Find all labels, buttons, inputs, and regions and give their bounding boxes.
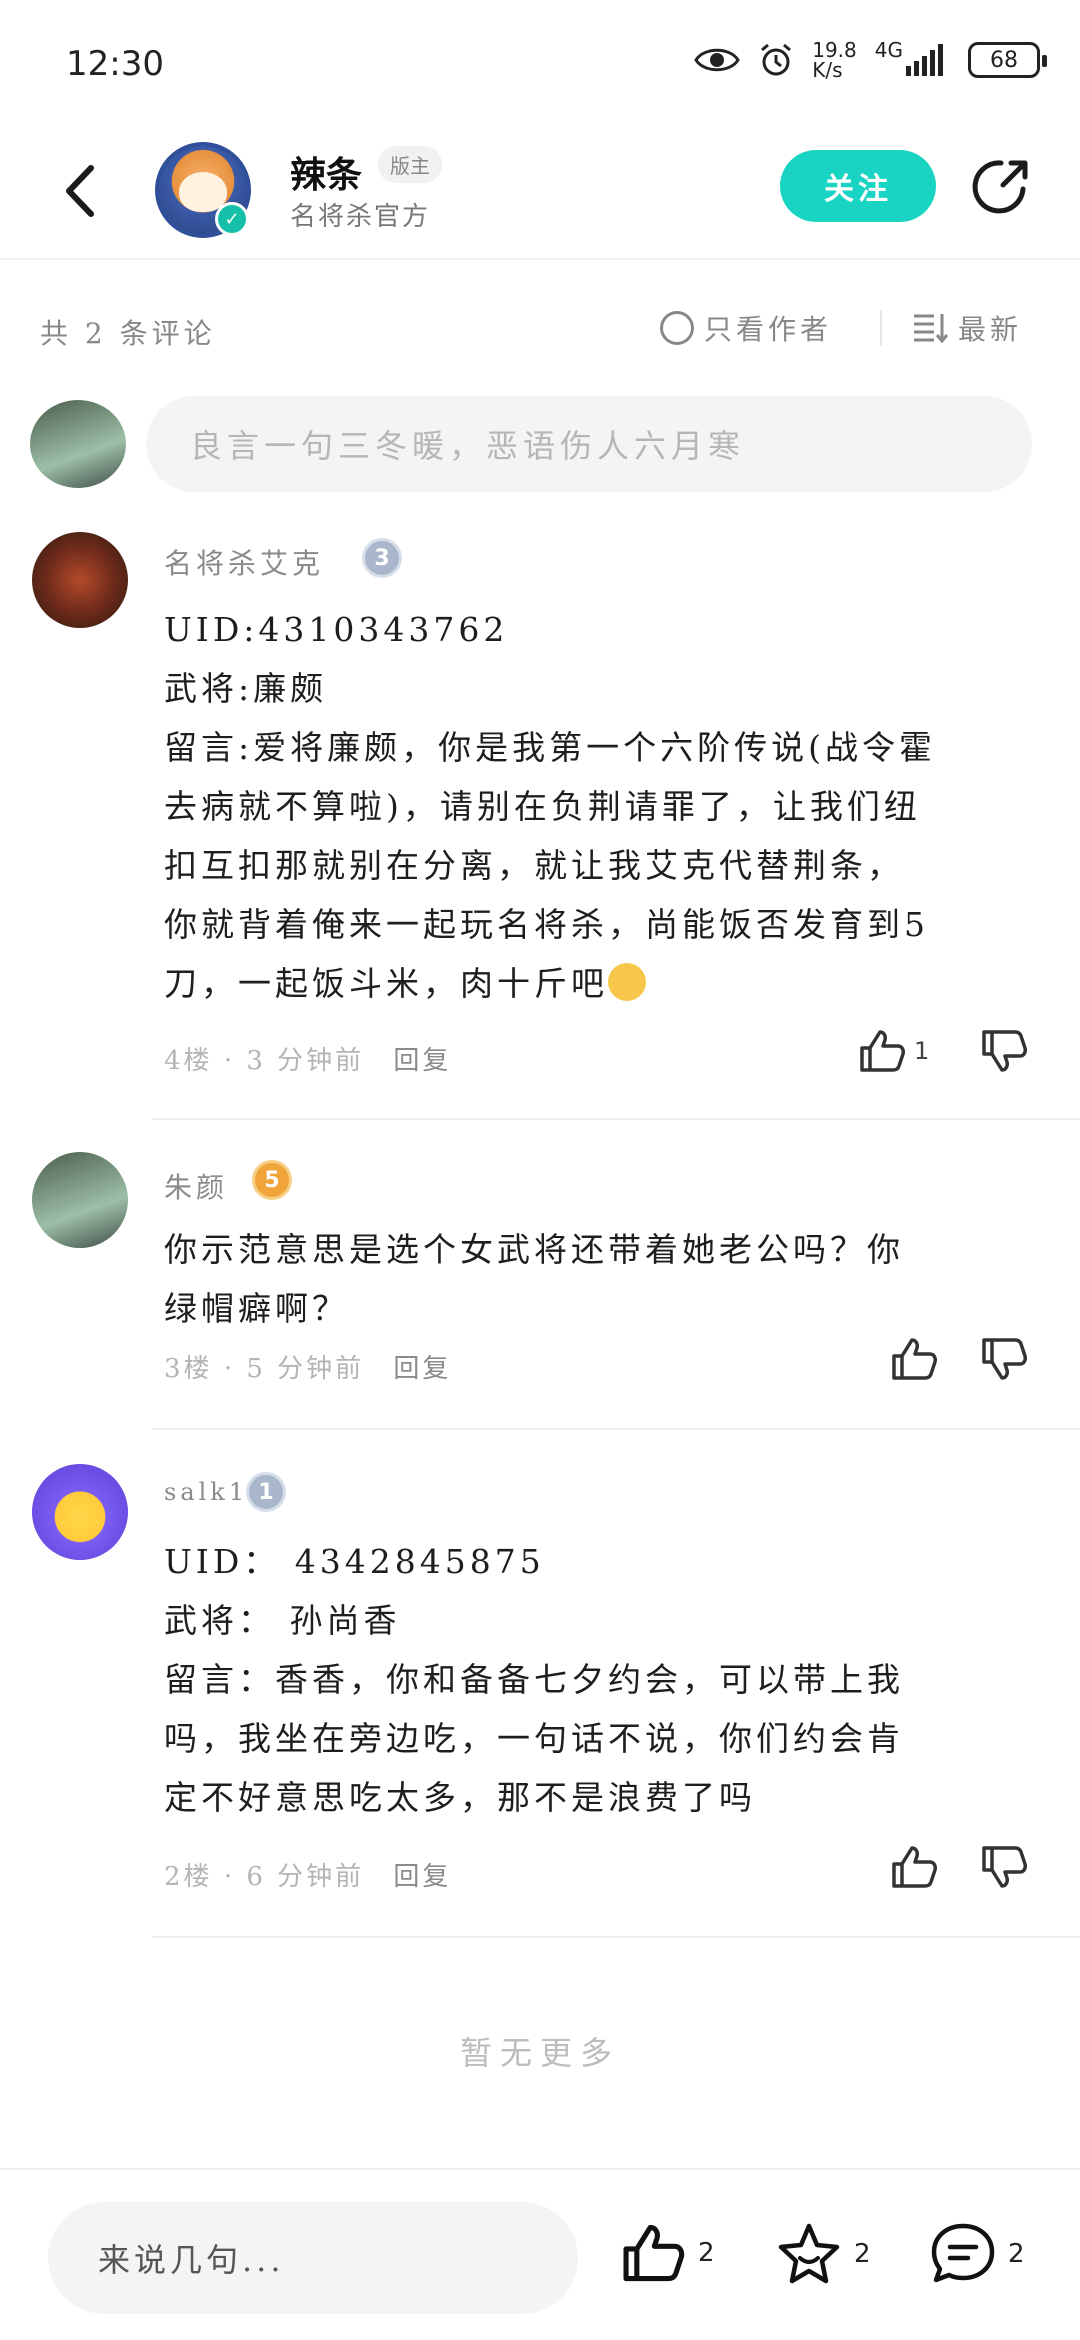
chevron-left-icon (66, 165, 94, 217)
eye-icon (694, 48, 740, 72)
floor-number: 2楼 (164, 1862, 213, 1892)
comment-input[interactable]: 良言一句三冬暖，恶语伤人六月寒 (146, 396, 1032, 492)
commenter-avatar[interactable] (32, 1464, 128, 1560)
commenter-name[interactable]: salk1 (164, 1478, 248, 1506)
reply-button[interactable]: 回复 (393, 1046, 451, 1076)
post-header: ✓ 辣条 版主 名将杀官方 关注 (0, 130, 1080, 258)
dislike-button[interactable] (980, 1844, 1028, 1890)
bottom-bar: 来说几句... 2 2 2 (0, 2170, 1080, 2340)
author-only-label: 只看作者 (704, 313, 833, 346)
radio-icon (660, 311, 694, 345)
toolbar-separator (880, 310, 882, 346)
comment-divider (152, 1936, 1080, 1938)
reply-button[interactable]: 回复 (393, 1354, 451, 1384)
alarm-icon (761, 43, 792, 76)
status-icons: 19.8 K/s 4G 68 (694, 32, 1047, 88)
comment-meta: 4楼 · 3 分钟前 回复 (164, 1040, 451, 1077)
my-avatar (30, 400, 126, 488)
dislike-button[interactable] (980, 1336, 1028, 1382)
commenter-avatar[interactable] (32, 532, 128, 628)
comment-divider (152, 1118, 1080, 1120)
floor-number: 4楼 (164, 1046, 213, 1076)
comments-button[interactable]: 2 (930, 2222, 1025, 2286)
status-time: 12:30 (66, 44, 164, 84)
header-divider (0, 258, 1080, 260)
comment-text: UID:4310343762 武将:廉颇 留言:爱将廉颇，你是我第一个六阶传说(… (164, 610, 936, 1003)
thumbs-up-icon (860, 1030, 905, 1072)
comment-time: · 6 分钟前 (223, 1862, 365, 1892)
commenter-name[interactable]: 名将杀艾克 (164, 542, 324, 582)
floor-number: 3楼 (164, 1354, 213, 1384)
commenter-name[interactable]: 朱颜 (164, 1166, 228, 1206)
thumbs-up-icon (623, 2224, 685, 2282)
author-subtitle: 名将杀官方 (290, 202, 431, 232)
like-button[interactable] (890, 1844, 938, 1890)
sort-icon (914, 314, 948, 344)
favorite-count: 2 (854, 2239, 871, 2269)
comment-meta: 3楼 · 5 分钟前 回复 (164, 1348, 451, 1385)
comments-count: 2 (1008, 2239, 1025, 2269)
like-button[interactable]: 1 (858, 1028, 929, 1074)
comment-input-row: 良言一句三冬暖，恶语伤人六月寒 (0, 396, 1080, 496)
status-bar: 12:30 19.8 K/s 4G 68 (0, 0, 1080, 120)
post-like-count: 2 (698, 2238, 715, 2268)
thumbs-down-icon (982, 1338, 1027, 1380)
comment-time: · 3 分钟前 (223, 1046, 365, 1076)
net-speed: 19.8 K/s (812, 38, 857, 82)
no-more-label: 暂无更多 (459, 2034, 620, 2072)
level-badge: 1 (246, 1472, 286, 1512)
like-button[interactable] (890, 1336, 938, 1382)
thumbs-down-icon (982, 1846, 1027, 1888)
level-badge: 5 (252, 1160, 292, 1200)
sort-button[interactable]: 最新 (912, 308, 1022, 348)
thumbs-up-icon (892, 1338, 937, 1380)
comment-item: 名将杀艾克 3 UID:4310343762 武将:廉颇 留言:爱将廉颇，你是我… (0, 528, 1080, 1118)
role-badge: 版主 (378, 146, 442, 183)
bottom-comment-input[interactable]: 来说几句... (48, 2202, 578, 2314)
comment-toolbar: 共 2 条评论 只看作者 最新 (0, 290, 1080, 370)
level-badge: 3 (362, 538, 402, 578)
like-count: 1 (914, 1037, 930, 1065)
battery-indicator: 68 (968, 42, 1047, 78)
comment-item: salk1 1 UID： 4342845875 武将： 孙尚香 留言：香香，你和… (0, 1464, 1080, 1934)
post-like-button[interactable]: 2 (620, 2222, 715, 2284)
dislike-button[interactable] (980, 1028, 1028, 1074)
share-button[interactable] (968, 152, 1036, 220)
verified-icon: ✓ (215, 202, 249, 236)
comment-count: 共 2 条评论 (40, 317, 216, 350)
back-button[interactable] (50, 156, 110, 226)
comment-time: · 5 分钟前 (223, 1354, 365, 1384)
signal-icon: 4G (875, 40, 950, 76)
reply-button[interactable]: 回复 (393, 1862, 451, 1892)
pleading-emoji-icon (608, 963, 646, 1001)
share-icon (972, 160, 1028, 214)
thumbs-up-icon (892, 1846, 937, 1888)
star-icon (778, 2223, 840, 2284)
sort-label: 最新 (958, 313, 1023, 346)
comment-meta: 2楼 · 6 分钟前 回复 (164, 1856, 451, 1893)
comment-divider (152, 1428, 1080, 1430)
comment-text: UID： 4342845875 武将： 孙尚香 留言：香香，你和备备七夕约会，可… (164, 1542, 904, 1817)
commenter-avatar[interactable] (32, 1152, 128, 1248)
follow-button[interactable]: 关注 (780, 150, 936, 222)
favorite-button[interactable]: 2 (776, 2222, 871, 2286)
comment-item: 朱颜 5 你示范意思是选个女武将还带着她老公吗？你 绿帽癖啊？ 3楼 · 5 分… (0, 1152, 1080, 1422)
comment-bubble-icon (931, 2223, 995, 2283)
thumbs-down-icon (982, 1030, 1027, 1072)
author-name[interactable]: 辣条 (290, 146, 362, 198)
author-only-toggle[interactable]: 只看作者 (660, 308, 832, 348)
comment-text: 你示范意思是选个女武将还带着她老公吗？你 绿帽癖啊？ (164, 1230, 904, 1328)
